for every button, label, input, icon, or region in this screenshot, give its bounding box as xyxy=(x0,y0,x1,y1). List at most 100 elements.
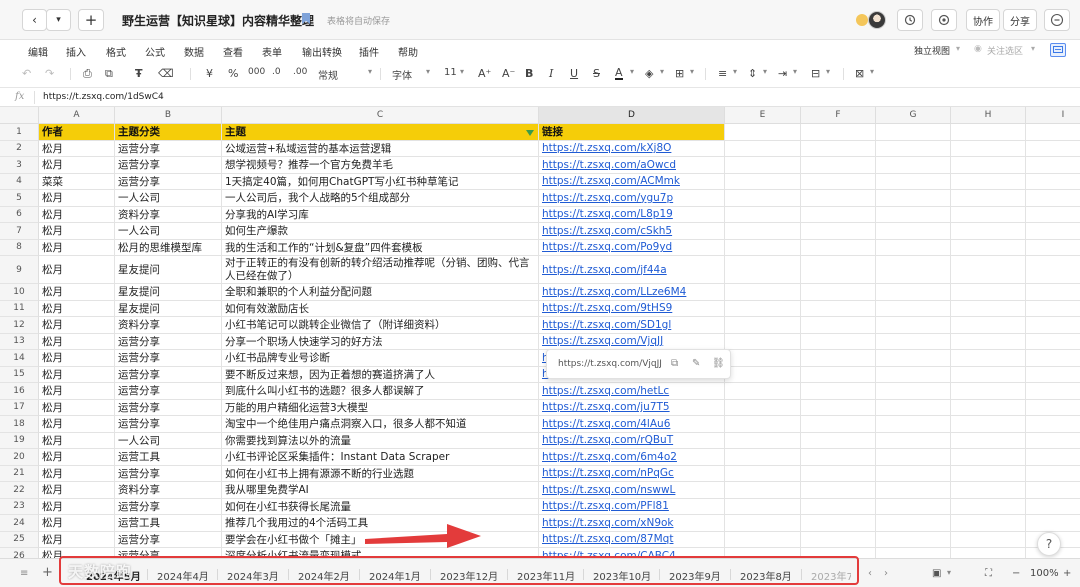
column-header-g[interactable]: G xyxy=(876,107,951,124)
row-number[interactable]: 7 xyxy=(0,223,39,240)
author-cell[interactable]: 菜菜 xyxy=(39,173,115,190)
topic-cell[interactable]: 到底什么叫小红书的选题？很多人都误解了 xyxy=(222,383,539,400)
category-cell[interactable]: 星友提问 xyxy=(115,256,222,284)
cell[interactable] xyxy=(1026,416,1080,433)
cell[interactable] xyxy=(725,317,801,334)
category-cell[interactable]: 松月的思维模型库 xyxy=(115,239,222,256)
row-number[interactable]: 13 xyxy=(0,333,39,350)
author-cell[interactable]: 松月 xyxy=(39,465,115,482)
cell[interactable] xyxy=(1026,449,1080,466)
header-cell-c[interactable]: 主题 xyxy=(222,124,539,141)
cell[interactable] xyxy=(1026,240,1080,256)
focus-area-toggle[interactable]: 关注选区 xyxy=(987,44,1023,57)
row-number[interactable]: 15 xyxy=(0,366,39,383)
cell[interactable] xyxy=(951,366,1026,383)
link-cell[interactable]: https://t.zsxq.com/VjqJJ xyxy=(539,333,725,350)
tabs-scroll-right-icon[interactable]: › xyxy=(884,568,888,579)
author-cell[interactable]: 松月 xyxy=(39,256,115,284)
link-cell[interactable]: https://t.zsxq.com/ACMmk xyxy=(539,173,725,190)
cell[interactable] xyxy=(801,140,876,157)
cell[interactable] xyxy=(876,548,951,558)
edit-icon[interactable]: ✎ xyxy=(692,358,700,369)
cell[interactable] xyxy=(876,366,951,383)
percent-button[interactable]: % xyxy=(228,67,238,80)
italic-button[interactable]: I xyxy=(549,67,553,80)
row-number[interactable]: 2 xyxy=(0,140,39,157)
author-cell[interactable]: 松月 xyxy=(39,416,115,433)
cell[interactable] xyxy=(951,284,1026,301)
topic-cell[interactable]: 分享我的AI学习库 xyxy=(222,206,539,223)
cell[interactable] xyxy=(876,206,951,223)
menu-formula[interactable]: 公式 xyxy=(145,44,165,59)
cell[interactable] xyxy=(725,256,801,284)
cell[interactable] xyxy=(876,399,951,416)
header-cell-d[interactable]: 链接 xyxy=(539,124,725,141)
cell[interactable] xyxy=(1026,367,1080,383)
history-button[interactable] xyxy=(897,9,923,31)
filter-icon[interactable] xyxy=(526,130,534,136)
cell[interactable] xyxy=(876,383,951,400)
cell[interactable] xyxy=(951,416,1026,433)
author-cell[interactable]: 松月 xyxy=(39,239,115,256)
view-mode-icon[interactable]: ▣ xyxy=(932,568,941,579)
row-number[interactable]: 10 xyxy=(0,284,39,301)
avatar[interactable] xyxy=(868,11,886,29)
cell[interactable] xyxy=(876,239,951,256)
column-header-a[interactable]: A xyxy=(39,107,115,124)
author-cell[interactable]: 松月 xyxy=(39,449,115,466)
formula-input[interactable]: https://t.zsxq.com/1dSwC4 xyxy=(43,92,164,102)
category-cell[interactable]: 运营工具 xyxy=(115,449,222,466)
author-cell[interactable]: 松月 xyxy=(39,140,115,157)
column-header-e[interactable]: E xyxy=(725,107,801,124)
cell[interactable] xyxy=(801,531,876,548)
topic-cell[interactable]: 如何在小红书上拥有源源不断的行业选题 xyxy=(222,465,539,482)
link-cell[interactable]: https://t.zsxq.com/9tHS9 xyxy=(539,300,725,317)
redo-icon[interactable]: ↷ xyxy=(45,67,54,80)
cell[interactable] xyxy=(725,482,801,499)
cell[interactable] xyxy=(1026,499,1080,515)
cell[interactable] xyxy=(876,465,951,482)
cell[interactable] xyxy=(1026,256,1080,284)
category-cell[interactable]: 运营分享 xyxy=(115,399,222,416)
cell[interactable] xyxy=(951,465,1026,482)
menu-help[interactable]: 帮助 xyxy=(398,44,418,59)
author-cell[interactable]: 松月 xyxy=(39,432,115,449)
cell[interactable] xyxy=(951,498,1026,515)
author-cell[interactable]: 松月 xyxy=(39,190,115,207)
decimal-increase-button[interactable]: .0 xyxy=(272,67,281,77)
author-cell[interactable]: 松月 xyxy=(39,531,115,548)
document-title[interactable]: 野生运营【知识星球】内容精华整理 xyxy=(122,12,314,29)
unlink-icon[interactable]: ⛓ xyxy=(712,358,725,369)
row-number[interactable]: 12 xyxy=(0,317,39,334)
author-cell[interactable]: 松月 xyxy=(39,333,115,350)
fit-screen-icon[interactable]: ⛶ xyxy=(985,568,992,579)
cell[interactable] xyxy=(725,140,801,157)
cell[interactable] xyxy=(725,157,801,174)
link-cell[interactable]: https://t.zsxq.com/nPqGc xyxy=(539,465,725,482)
cell[interactable] xyxy=(725,531,801,548)
cell[interactable] xyxy=(876,531,951,548)
topic-cell[interactable]: 如何在小红书获得长尾流量 xyxy=(222,498,539,515)
topic-cell[interactable]: 小红书笔记可以跳转企业微信了（附详细资料） xyxy=(222,317,539,334)
font-grow-button[interactable]: A⁺ xyxy=(478,67,491,80)
cell[interactable] xyxy=(1026,190,1080,207)
cell[interactable] xyxy=(801,284,876,301)
menu-format[interactable]: 格式 xyxy=(106,44,126,59)
row-number[interactable]: 17 xyxy=(0,399,39,416)
cell[interactable] xyxy=(876,256,951,284)
cell[interactable] xyxy=(951,239,1026,256)
cell[interactable] xyxy=(951,482,1026,499)
cell[interactable] xyxy=(1026,317,1080,334)
row-number[interactable]: 16 xyxy=(0,383,39,400)
cell[interactable] xyxy=(1026,482,1080,499)
topic-cell[interactable]: 我的生活和工作的“计划&复盘”四件套模板 xyxy=(222,239,539,256)
sheet-list-icon[interactable]: ≡ xyxy=(20,568,28,579)
cell[interactable] xyxy=(951,190,1026,207)
cell[interactable] xyxy=(725,300,801,317)
cell[interactable] xyxy=(725,190,801,207)
row-number[interactable]: 20 xyxy=(0,449,39,466)
more-button[interactable] xyxy=(1044,9,1070,31)
cell[interactable] xyxy=(801,432,876,449)
cell[interactable] xyxy=(1026,466,1080,482)
decimal-decrease-button[interactable]: .00 xyxy=(293,67,307,77)
